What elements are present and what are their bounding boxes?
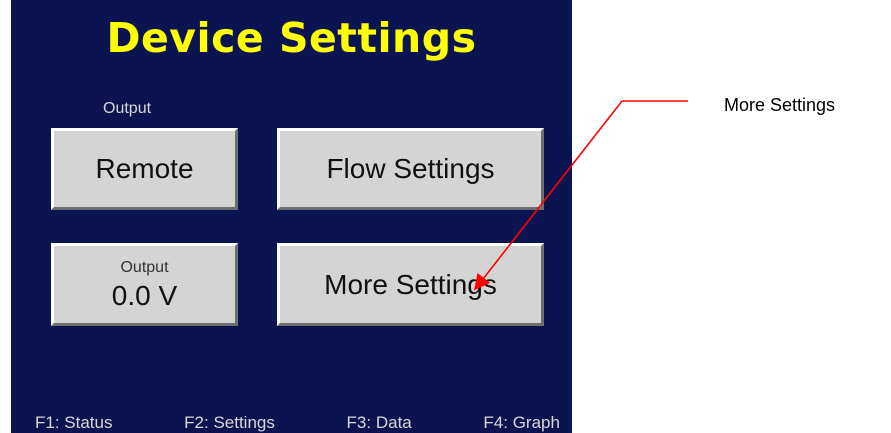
annotation-arrow <box>474 100 688 291</box>
annotation-label: More Settings <box>724 95 836 115</box>
